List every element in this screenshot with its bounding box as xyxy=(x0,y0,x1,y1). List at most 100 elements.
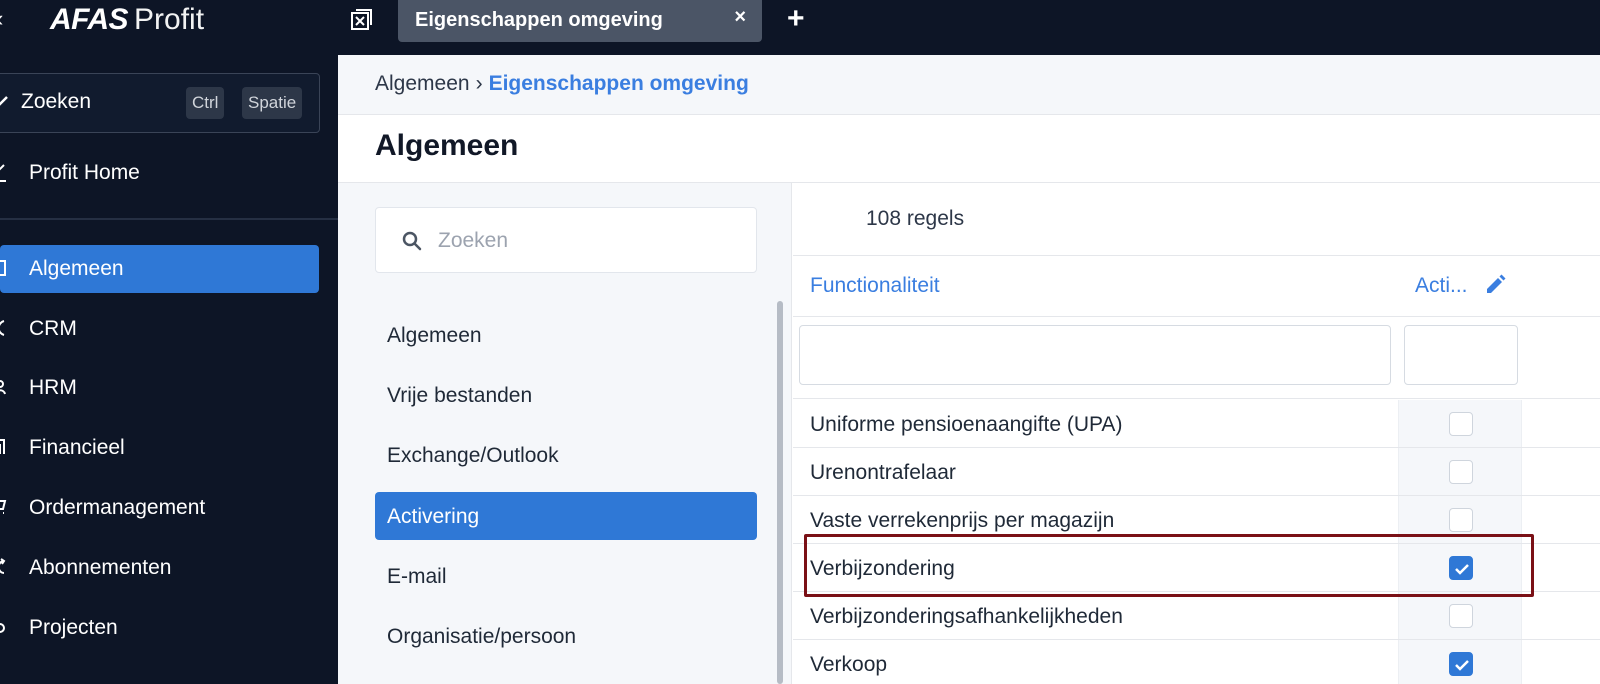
filter-actief-input[interactable] xyxy=(1404,325,1518,385)
checkmark-icon xyxy=(1455,660,1469,671)
sidebar-item-label: Ordermanagement xyxy=(29,496,206,519)
table-row[interactable]: Uniforme pensioenaangifte (UPA) xyxy=(793,400,1600,448)
search-icon xyxy=(0,92,11,112)
row-label: Verbijzonderingsafhankelijkheden xyxy=(810,605,1123,628)
column-header-actief[interactable]: Acti... xyxy=(1415,274,1468,298)
category-item-label: Exchange/Outlook xyxy=(387,444,559,467)
row-label: Verkoop xyxy=(810,653,888,676)
filter-functionaliteit-input[interactable] xyxy=(799,325,1391,385)
category-item-organisatie-persoon[interactable]: Organisatie/persoon xyxy=(375,612,757,660)
category-item-e-mail[interactable]: E-mail xyxy=(375,552,757,600)
shortcut-ctrl-badge: Ctrl xyxy=(186,87,225,119)
search-icon xyxy=(400,229,424,253)
actief-cell xyxy=(1398,448,1522,495)
sidebar-item-label: Abonnementen xyxy=(29,556,172,579)
tab-eigenschappen-omgeving[interactable]: Eigenschappen omgeving × xyxy=(398,0,762,42)
category-item-label: Vrije bestanden xyxy=(387,384,533,407)
breadcrumb-parent-link[interactable]: Algemeen xyxy=(375,72,470,95)
category-scrollbar[interactable] xyxy=(777,301,783,684)
sidebar: Zoeken Ctrl Spatie Profit Home Algemeen … xyxy=(0,55,338,684)
logo-light-text: Profit xyxy=(134,3,205,36)
actief-cell xyxy=(1398,544,1522,591)
sidebar-search-label: Zoeken xyxy=(21,90,92,113)
home-icon xyxy=(0,161,10,183)
building-icon xyxy=(0,257,10,279)
table-row[interactable]: Vaste verrekenprijs per magazijn xyxy=(793,496,1600,544)
category-item-vrije-bestanden[interactable]: Vrije bestanden xyxy=(375,371,757,419)
sidebar-divider xyxy=(0,218,338,220)
breadcrumb-current[interactable]: Eigenschappen omgeving xyxy=(489,72,749,95)
actief-checkbox[interactable] xyxy=(1449,508,1473,532)
category-search-input[interactable] xyxy=(438,226,738,256)
top-bar: ‹ AFASProfit Eigenschappen omgeving × + xyxy=(0,0,1600,55)
breadcrumb: Algemeen › Eigenschappen omgeving xyxy=(338,55,1600,115)
collapse-sidebar-button[interactable]: ‹ xyxy=(0,6,3,32)
cycle-icon xyxy=(0,556,10,578)
project-icon xyxy=(0,616,10,638)
row-label: Verbijzondering xyxy=(810,557,955,580)
table-row[interactable]: Verbijzondering xyxy=(793,544,1600,592)
crm-icon xyxy=(0,317,10,339)
table-row[interactable]: Verbijzonderingsafhankelijkheden xyxy=(793,592,1600,640)
table-row[interactable]: Urenontrafelaar xyxy=(793,448,1600,496)
pencil-icon[interactable] xyxy=(1483,273,1507,297)
close-all-tabs-icon[interactable] xyxy=(349,8,373,32)
sidebar-item-hrm[interactable]: HRM xyxy=(0,364,319,412)
row-count: 108 regels xyxy=(866,207,965,230)
new-tab-button[interactable]: + xyxy=(787,2,805,36)
ledger-icon xyxy=(0,436,10,458)
row-label: Urenontrafelaar xyxy=(810,461,956,484)
tab-label: Eigenschappen omgeving xyxy=(415,9,663,31)
actief-checkbox[interactable] xyxy=(1449,556,1473,580)
category-search[interactable] xyxy=(375,207,757,273)
logo-bold-text: AFAS xyxy=(50,3,129,36)
actief-cell xyxy=(1398,592,1522,639)
sidebar-item-label: Financieel xyxy=(29,436,125,459)
table-row[interactable]: Verkoop xyxy=(793,640,1600,684)
sidebar-item-ordermanagement[interactable]: Ordermanagement xyxy=(0,484,319,532)
row-label: Uniforme pensioenaangifte (UPA) xyxy=(810,413,1123,436)
cart-icon xyxy=(0,496,10,518)
afas-profit-logo[interactable]: AFAS Profit xyxy=(50,2,204,38)
shortcut-space-badge: Spatie xyxy=(242,87,303,119)
close-icon[interactable]: × xyxy=(734,6,746,29)
actief-cell xyxy=(1398,640,1522,684)
settings-grid: 108 regels Functionaliteit Acti... Unifo… xyxy=(793,183,1600,684)
category-item-label: Organisatie/persoon xyxy=(387,625,577,648)
actief-checkbox[interactable] xyxy=(1449,604,1473,628)
page-title: Algemeen xyxy=(375,129,519,162)
sidebar-item-profit-home[interactable]: Profit Home xyxy=(0,149,319,197)
sidebar-item-algemeen[interactable]: Algemeen xyxy=(0,245,319,293)
category-item-label: E-mail xyxy=(387,565,447,588)
column-header-functionaliteit[interactable]: Functionaliteit xyxy=(810,274,940,298)
sidebar-item-label: Profit Home xyxy=(29,161,140,184)
category-item-label: Algemeen xyxy=(387,324,482,347)
actief-checkbox[interactable] xyxy=(1449,652,1473,676)
sidebar-item-label: HRM xyxy=(29,376,77,399)
row-label: Vaste verrekenprijs per magazijn xyxy=(810,509,1115,532)
breadcrumb-trail: Algemeen › Eigenschappen omgeving xyxy=(375,72,749,96)
sidebar-item-label: CRM xyxy=(29,317,77,340)
sidebar-item-abonnementen[interactable]: Abonnementen xyxy=(0,544,319,592)
category-item-exchange-outlook[interactable]: Exchange/Outlook xyxy=(375,431,757,479)
actief-cell xyxy=(1398,400,1522,447)
actief-checkbox[interactable] xyxy=(1449,412,1473,436)
breadcrumb-separator: › xyxy=(475,72,483,95)
sidebar-item-label: Algemeen xyxy=(29,257,124,280)
sidebar-item-financieel[interactable]: Financieel xyxy=(0,424,319,472)
category-item-activering[interactable]: Activering xyxy=(375,492,757,540)
page-header: Algemeen xyxy=(338,115,1600,183)
sidebar-search[interactable]: Zoeken Ctrl Spatie xyxy=(0,73,320,133)
people-icon xyxy=(0,376,10,398)
category-panel: Algemeen Vrije bestanden Exchange/Outloo… xyxy=(338,183,792,684)
sidebar-item-crm[interactable]: CRM xyxy=(0,305,319,353)
sidebar-item-projecten[interactable]: Projecten xyxy=(0,604,319,652)
category-item-algemeen[interactable]: Algemeen xyxy=(375,311,757,359)
checkmark-icon xyxy=(1455,564,1469,575)
actief-checkbox[interactable] xyxy=(1449,460,1473,484)
grid-header: Functionaliteit Acti... xyxy=(793,255,1600,317)
category-item-label: Activering xyxy=(387,505,480,528)
filter-row xyxy=(793,317,1600,399)
actief-cell xyxy=(1398,496,1522,543)
sidebar-item-label: Projecten xyxy=(29,616,118,639)
